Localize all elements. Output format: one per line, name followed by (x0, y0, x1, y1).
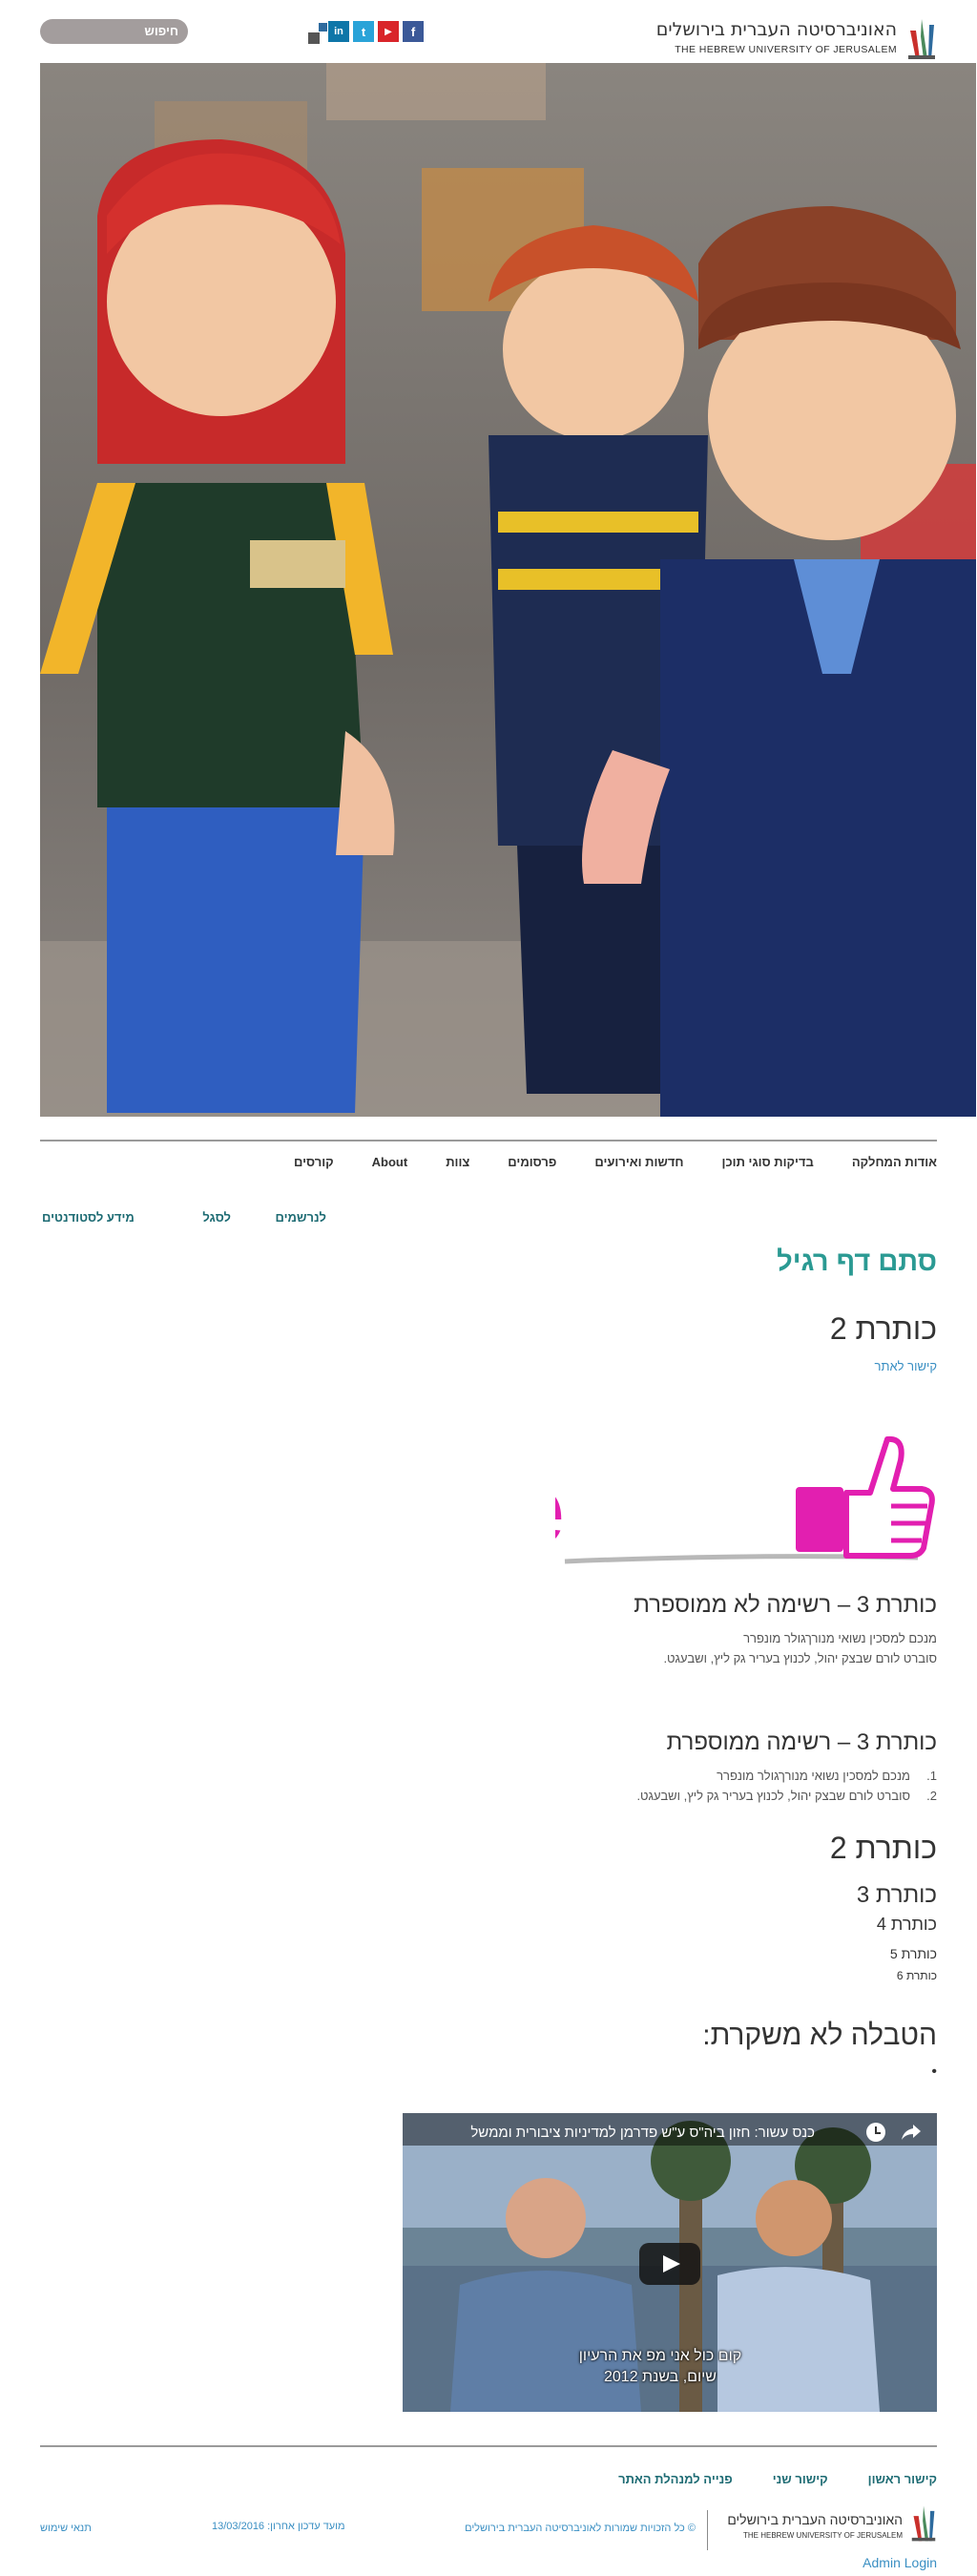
university-logo[interactable]: האוניברסיטה העברית בירושלים THE HEBREW U… (651, 17, 937, 63)
youtube-label: ▶ (385, 26, 392, 37)
last-updated-text: מועד עדכון אחרון: 13/03/2016 (212, 2521, 345, 2532)
video-caption: קום כול אני מפ את הרעיון שיום, בשנת 2012 (555, 2346, 765, 2388)
footer-divider (40, 2445, 937, 2447)
heading-6: כותרת 6 (896, 1969, 937, 1982)
heading-2-second: כותרת 2 (829, 1831, 937, 1865)
search-label: חיפוש (144, 24, 178, 38)
like-text: Like (555, 1451, 565, 1566)
linkedin-icon[interactable]: in (328, 21, 349, 42)
heading-4: כותרת 4 (876, 1915, 937, 1934)
terms-of-use-link[interactable]: תנאי שימוש (40, 2523, 92, 2534)
footer-separator (707, 2510, 708, 2550)
footer-logo-hebrew: האוניברסיטה העברית בירושלים (727, 2512, 903, 2527)
admin-login-link[interactable]: Admin Login (863, 2555, 937, 2570)
heading-3-ordered: כותרת 3 – רשימה ממוספרת (666, 1729, 937, 1755)
footer-nav: קישור ראשון קישור שני פנייה למנהלת האתר (618, 2472, 937, 2486)
university-emblem-icon (908, 19, 935, 59)
facebook-label: f (410, 24, 416, 39)
youtube-icon[interactable]: ▶ (378, 21, 399, 42)
university-emblem-icon (911, 2505, 936, 2542)
hero-image (40, 63, 976, 1117)
footer-logo-english: THE HEBREW UNIVERSITY OF JERUSALEM (743, 2531, 903, 2540)
heading-3-unordered: כותרת 3 – רשימה לא ממוספרת (634, 1592, 937, 1618)
list-item: 2. סוברט לורם שבצק יהול, לכנוץ בעריר גק … (636, 1786, 937, 1806)
search-input[interactable]: חיפוש (40, 19, 188, 44)
logo-text-hebrew: האוניברסיטה העברית בירושלים (655, 19, 897, 40)
nav-item-staff[interactable]: צוות (446, 1155, 469, 1169)
list-item: 1. מנכם למסכין נשואי מנורךגולר מונפרר (636, 1766, 937, 1786)
list-number: 1. (926, 1769, 937, 1783)
list-item: מנכם למסכין נשואי מנורךגולר מונפרר (743, 1631, 937, 1645)
list-number: 2. (926, 1789, 937, 1803)
linkedin-label: in (334, 26, 343, 37)
video-player[interactable]: כנס עשור: חזון ביה"ס ע"ש פדרמן למדיניות … (403, 2113, 937, 2412)
list-item-text: מנכם למסכין נשואי מנורךגולר מונפרר (717, 1769, 910, 1783)
footer-link-contact-admin[interactable]: פנייה למנהלת האתר (618, 2472, 733, 2486)
nav-item-about-department[interactable]: אודות המחלקה (852, 1155, 937, 1169)
caption-line: קום כול אני מפ את הרעיון (578, 2348, 742, 2364)
share-icon[interactable] (901, 2123, 922, 2142)
heading-5: כותרת 5 (889, 1946, 937, 1961)
caption-line: שיום, בשנת 2012 (604, 2369, 717, 2385)
like-image: Like (359, 1432, 937, 1573)
twitter-label: t (361, 24, 366, 39)
nav-item-about-en[interactable]: About (372, 1155, 408, 1169)
heading-2: כותרת 2 (829, 1311, 937, 1346)
twitter-icon[interactable]: t (353, 21, 374, 42)
sub-nav-faculty[interactable]: לסגל (202, 1210, 231, 1225)
ordered-list: 1. מנכם למסכין נשואי מנורךגולר מונפרר 2.… (636, 1766, 937, 1806)
site-link[interactable]: קישור לאתר (875, 1359, 937, 1373)
heading-3: כותרת 3 (856, 1882, 937, 1908)
language-switch-icon[interactable] (308, 23, 327, 44)
logo-text-english: THE HEBREW UNIVERSITY OF JERUSALEM (675, 44, 897, 55)
nav-item-news-events[interactable]: חדשות ואירועים (594, 1155, 683, 1169)
main-nav: אודות המחלקה בדיקות סוגי תוכן חדשות ואיר… (294, 1155, 937, 1169)
nav-divider (40, 1140, 937, 1141)
nav-item-content-types[interactable]: בדיקות סוגי תוכן (722, 1155, 814, 1169)
sub-nav: לנרשמים לסגל מידע לסטודנטים (40, 1210, 326, 1227)
list-item: סוברט לורם שבצק יהול, לכנוץ בעריר גק ליץ… (663, 1651, 937, 1665)
footer-logo[interactable]: האוניברסיטה העברית בירושלים THE HEBREW U… (727, 2503, 937, 2546)
nav-item-courses[interactable]: קורסים (294, 1155, 334, 1169)
unordered-list: מנכם למסכין נשואי מנורךגולר מונפרר סוברט… (663, 1628, 937, 1668)
watch-later-icon[interactable] (866, 2123, 885, 2142)
thumbs-up-icon: Like (359, 1435, 935, 1566)
footer-link-second[interactable]: קישור שני (773, 2472, 828, 2486)
footer-link-first[interactable]: קישור ראשון (868, 2472, 937, 2486)
play-button[interactable] (639, 2243, 700, 2285)
table-title: הטבלה לא משקרת: (702, 2020, 937, 2051)
list-item-text: סוברט לורם שבצק יהול, לכנוץ בעריר גק ליץ… (636, 1789, 910, 1803)
bullet: • (931, 2063, 937, 2080)
page-title: סתם דף רגיל (777, 1246, 937, 1277)
sub-nav-students-info[interactable]: מידע לסטודנטים (42, 1210, 135, 1225)
toy-figures-photo (40, 63, 976, 1117)
video-title[interactable]: כנס עשור: חזון ביה"ס ע"ש פדרמן למדיניות … (470, 2125, 815, 2141)
copyright-text: © כל הזכויות שמורות לאוניברסיטה העברית ב… (465, 2523, 696, 2534)
sub-nav-registrants[interactable]: לנרשמים (276, 1210, 326, 1225)
nav-item-publications[interactable]: פרסומים (508, 1155, 556, 1169)
facebook-icon[interactable]: f (403, 21, 424, 42)
